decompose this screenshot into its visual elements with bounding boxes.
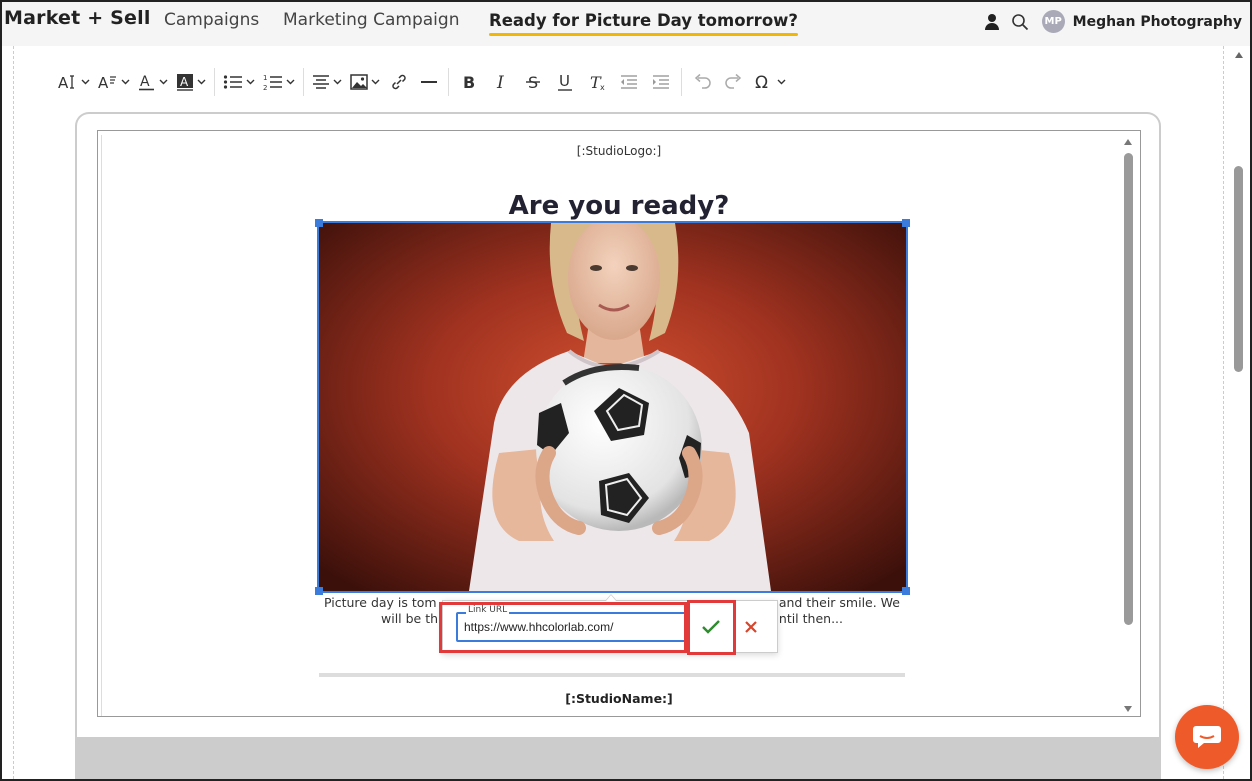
- svg-text:A: A: [58, 74, 69, 90]
- editor-guide-left: [13, 46, 14, 779]
- svg-text:2: 2: [263, 84, 267, 91]
- highlight-color-icon[interactable]: A: [172, 64, 210, 100]
- body-line-1-left: Picture day is tom: [324, 595, 437, 610]
- body-line-2-left: will be th: [381, 611, 439, 626]
- cancel-link-button[interactable]: [737, 613, 765, 641]
- link-icon[interactable]: [384, 64, 414, 100]
- resize-handle-top-left[interactable]: [315, 219, 323, 227]
- svg-text:Ω: Ω: [755, 73, 768, 91]
- account-name[interactable]: Meghan Photography: [1073, 14, 1242, 30]
- device-preview-base: [75, 737, 1161, 779]
- font-family-icon[interactable]: A: [94, 64, 134, 100]
- scroll-thumb[interactable]: [1124, 153, 1133, 625]
- email-headline[interactable]: Are you ready?: [98, 191, 1140, 221]
- svg-text:I: I: [496, 73, 504, 91]
- editor-toolbar: A A A A 12 B I S U T x Ω: [54, 64, 790, 100]
- close-icon: [745, 621, 757, 633]
- svg-text:B: B: [463, 73, 475, 91]
- app-window: Market + Sell Campaigns Marketing Campai…: [0, 0, 1252, 781]
- body-line-2-right: ntil then...: [778, 611, 843, 626]
- breadcrumb-current-label: Ready for Picture Day tomorrow?: [489, 11, 798, 30]
- brand-logo[interactable]: Market + Sell: [4, 7, 151, 29]
- numbered-list-icon[interactable]: 12: [259, 64, 299, 100]
- breadcrumb-current-campaign: Ready for Picture Day tomorrow?: [489, 11, 798, 36]
- toolbar-divider: [214, 68, 215, 96]
- align-icon[interactable]: [308, 64, 346, 100]
- indent-icon[interactable]: [645, 64, 677, 100]
- page-scroll-up-arrow[interactable]: [1235, 52, 1243, 58]
- toolbar-divider: [448, 68, 449, 96]
- toolbar-divider: [303, 68, 304, 96]
- studio-logo-placeholder[interactable]: [:StudioLogo:]: [98, 144, 1140, 158]
- italic-icon[interactable]: I: [485, 64, 517, 100]
- font-size-icon[interactable]: A: [54, 64, 94, 100]
- search-icon[interactable]: [1010, 12, 1030, 32]
- svg-text:A: A: [140, 74, 150, 90]
- svg-text:U: U: [559, 73, 570, 90]
- chat-icon: [1193, 726, 1221, 748]
- studio-name-placeholder[interactable]: [:StudioName:]: [98, 691, 1140, 706]
- annotation-highlight-url: [439, 602, 687, 653]
- outdent-icon[interactable]: [613, 64, 645, 100]
- redo-icon[interactable]: [718, 64, 750, 100]
- hero-image[interactable]: [317, 221, 908, 593]
- chat-button[interactable]: [1175, 705, 1239, 769]
- svg-text:A: A: [180, 75, 189, 89]
- active-underline: [489, 33, 798, 36]
- scroll-up-arrow[interactable]: [1124, 139, 1132, 145]
- top-nav: Market + Sell Campaigns Marketing Campai…: [2, 2, 1250, 46]
- clear-format-icon[interactable]: Tx: [581, 64, 613, 100]
- image-icon[interactable]: [346, 64, 384, 100]
- content-divider: [319, 673, 905, 677]
- undo-icon[interactable]: [686, 64, 718, 100]
- avatar[interactable]: MP: [1041, 10, 1065, 33]
- svg-text:x: x: [600, 83, 605, 91]
- special-character-icon[interactable]: Ω: [750, 64, 790, 100]
- text-color-icon[interactable]: A: [134, 64, 172, 100]
- top-right-actions: MP Meghan Photography: [982, 10, 1242, 33]
- breadcrumb-campaigns[interactable]: Campaigns: [164, 10, 259, 30]
- bulleted-list-icon[interactable]: [219, 64, 259, 100]
- toolbar-divider: [681, 68, 682, 96]
- canvas-edge: [101, 135, 102, 716]
- page-scroll-thumb[interactable]: [1234, 166, 1243, 372]
- underline-icon[interactable]: U: [549, 64, 581, 100]
- svg-text:1: 1: [263, 74, 267, 82]
- editor-guide-right: [1223, 46, 1224, 779]
- page-scrollbar[interactable]: [1232, 46, 1246, 779]
- svg-text:A: A: [98, 74, 109, 90]
- annotation-highlight-confirm: [687, 600, 736, 655]
- strikethrough-icon[interactable]: S: [517, 64, 549, 100]
- horizontal-rule-icon[interactable]: [414, 64, 444, 100]
- breadcrumb-marketing-campaign[interactable]: Marketing Campaign: [283, 10, 459, 30]
- resize-handle-top-right[interactable]: [902, 219, 910, 227]
- user-icon[interactable]: [982, 12, 1002, 32]
- hero-photo: [319, 223, 906, 591]
- body-line-1-right: and their smile. We: [778, 595, 900, 610]
- resize-handle-bottom-left[interactable]: [315, 587, 323, 595]
- bold-icon[interactable]: B: [453, 64, 485, 100]
- scroll-down-arrow[interactable]: [1124, 706, 1132, 712]
- resize-handle-bottom-right[interactable]: [902, 587, 910, 595]
- canvas-scrollbar[interactable]: [1123, 135, 1134, 712]
